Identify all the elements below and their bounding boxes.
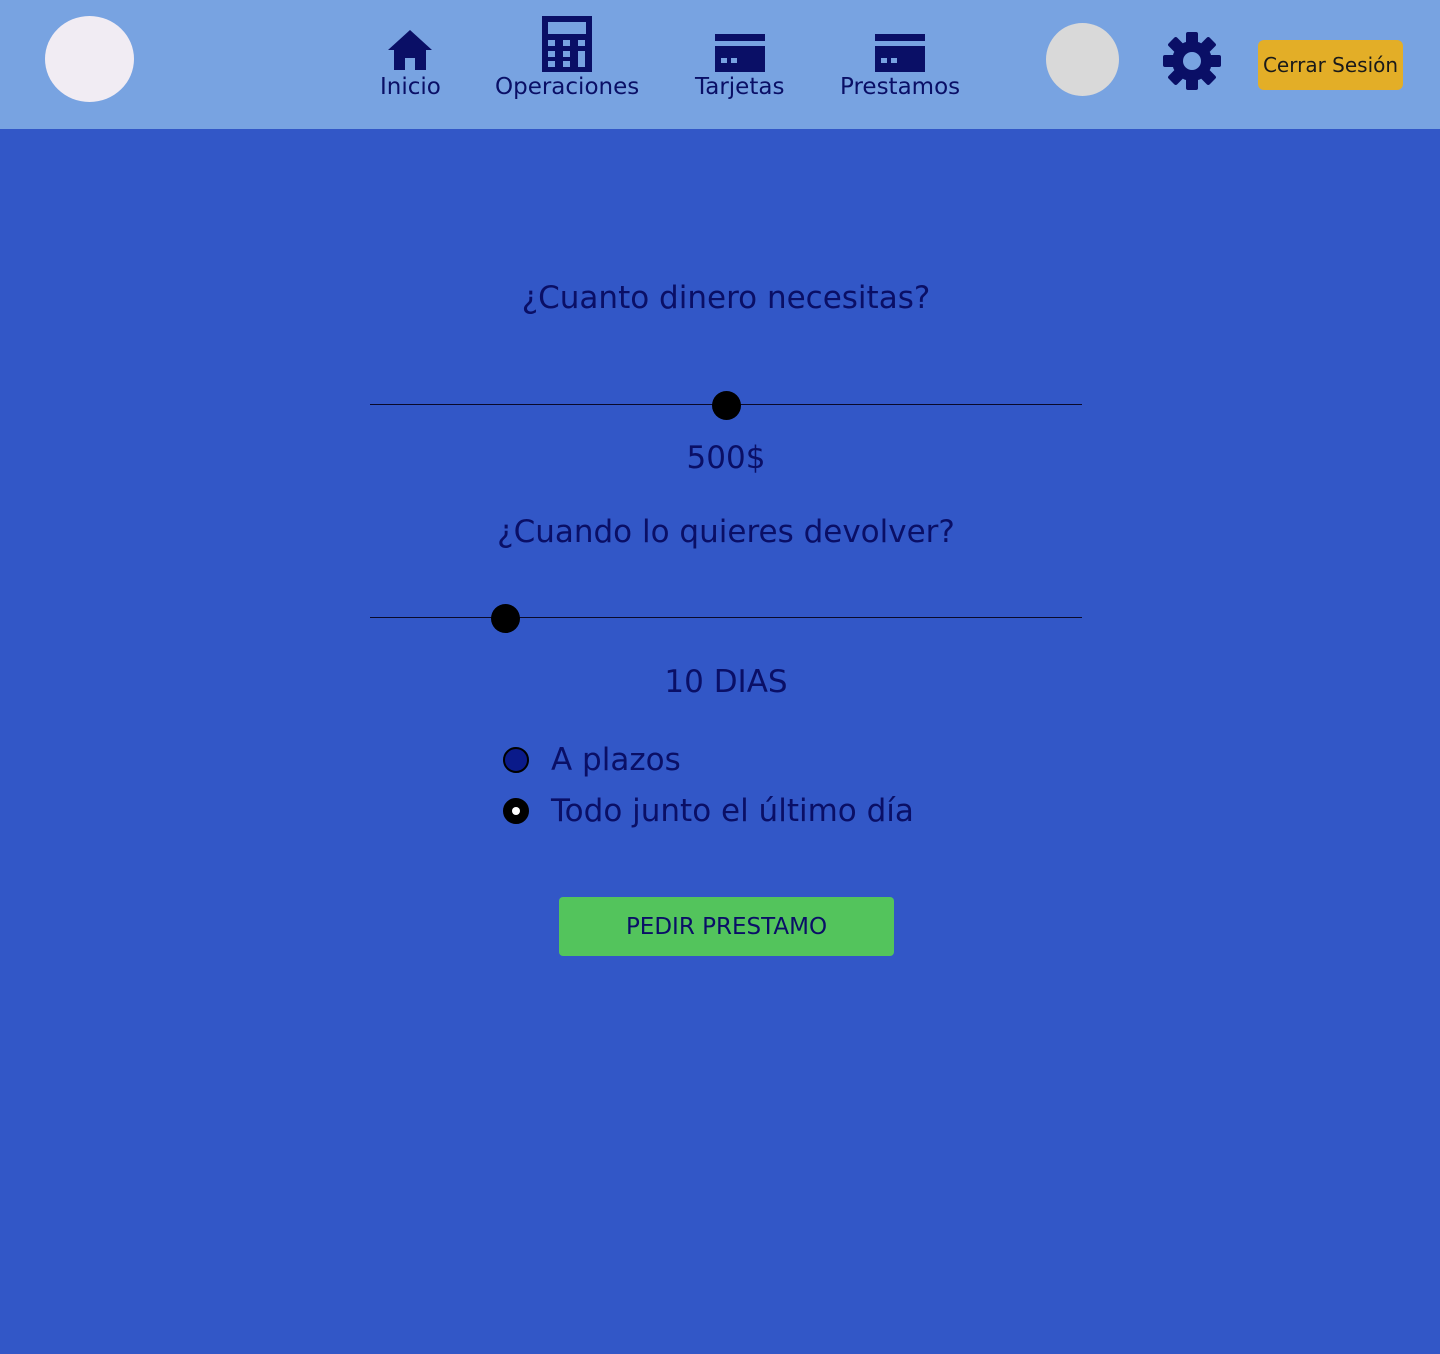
- term-question: ¿Cuando lo quieres devolver?: [497, 514, 955, 550]
- amount-question: ¿Cuanto dinero necesitas?: [521, 280, 931, 316]
- logout-button[interactable]: Cerrar Sesión: [1258, 40, 1403, 90]
- request-loan-button[interactable]: PEDIR PRESTAMO: [559, 897, 894, 956]
- radio-label: A plazos: [551, 742, 681, 778]
- nav-item-inicio[interactable]: Inicio: [380, 14, 441, 100]
- nav-label-prestamos: Prestamos: [840, 74, 961, 100]
- radio-label: Todo junto el último día: [551, 793, 914, 829]
- nav-item-operaciones[interactable]: Operaciones: [495, 14, 639, 100]
- home-icon: [388, 30, 433, 70]
- avatar[interactable]: [1046, 23, 1119, 96]
- gear-icon[interactable]: [1163, 32, 1221, 90]
- term-slider[interactable]: [370, 603, 1082, 633]
- nav-label-tarjetas: Tarjetas: [695, 74, 785, 100]
- calculator-icon: [542, 16, 593, 72]
- term-slider-track: [370, 617, 1082, 618]
- radio-option-todo-junto[interactable]: Todo junto el último día: [503, 793, 914, 829]
- logo[interactable]: [45, 16, 134, 102]
- credit-card-icon: [875, 34, 926, 72]
- amount-slider[interactable]: [370, 390, 1082, 420]
- nav-label-operaciones: Operaciones: [495, 74, 640, 100]
- term-slider-thumb[interactable]: [491, 604, 521, 633]
- radio-button[interactable]: [503, 798, 529, 824]
- nav-label-inicio: Inicio: [380, 74, 441, 100]
- amount-value: 500$: [686, 440, 766, 476]
- nav-item-tarjetas[interactable]: Tarjetas: [695, 14, 784, 100]
- nav-item-prestamos[interactable]: Prestamos: [840, 14, 960, 100]
- radio-option-a-plazos[interactable]: A plazos: [503, 742, 681, 778]
- top-navigation-bar: Inicio Operaciones Tarjetas Prestamos Ce…: [0, 0, 1440, 129]
- radio-button[interactable]: [503, 747, 529, 773]
- credit-card-icon: [714, 34, 765, 72]
- amount-slider-thumb[interactable]: [712, 391, 741, 420]
- term-value: 10 DIAS: [664, 664, 788, 700]
